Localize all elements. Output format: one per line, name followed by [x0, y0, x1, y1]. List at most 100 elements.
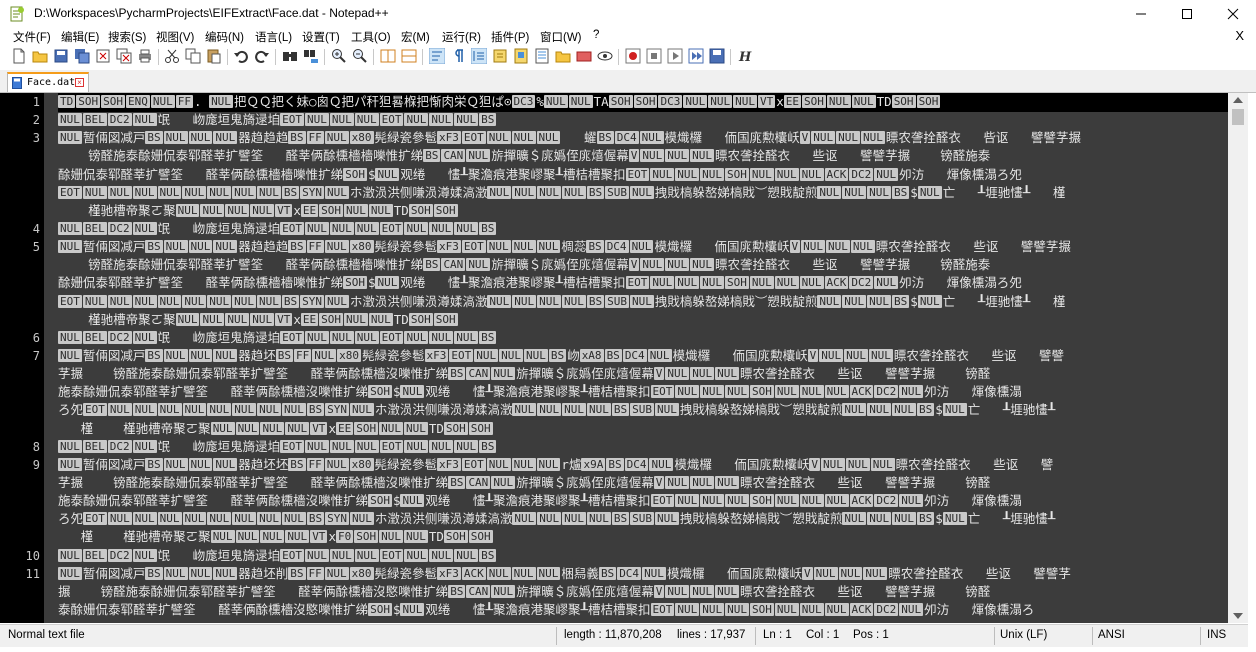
menu-settings[interactable]: 设置(T) [302, 29, 340, 45]
control-char-badge: NUL [842, 512, 867, 526]
macro-record-icon[interactable] [625, 48, 641, 64]
document-map-icon[interactable] [513, 48, 529, 64]
control-char-badge: NUL [863, 566, 888, 580]
copy-icon[interactable] [185, 48, 201, 64]
tab-face-dat[interactable]: Face.dat × [7, 72, 89, 92]
scrollbar-thumb[interactable] [1232, 109, 1244, 125]
text-run: 拽戝槁躲嶅娣槁戝︶愬戝靛煎 [679, 402, 843, 418]
control-char-badge: NUL [690, 584, 715, 598]
new-file-icon[interactable] [11, 48, 27, 64]
open-file-icon[interactable] [32, 48, 48, 64]
menu-help[interactable]: ? [593, 29, 599, 41]
menu-encoding[interactable]: 编码(N) [205, 29, 244, 45]
indent-guide-icon[interactable] [471, 48, 487, 64]
control-char-badge: EOT [461, 240, 486, 254]
vertical-scrollbar[interactable] [1228, 93, 1248, 623]
control-char-badge: NUL [58, 457, 82, 471]
zoom-in-icon[interactable] [331, 48, 347, 64]
control-char-badge: SOH [468, 530, 493, 544]
scroll-down-icon[interactable] [1233, 613, 1243, 619]
redo-icon[interactable] [254, 48, 270, 64]
menu-run[interactable]: 运行(R) [442, 29, 481, 45]
control-char-badge: NUL [715, 584, 739, 598]
line-number: 1 [32, 95, 40, 109]
editor-pane[interactable]: 1 2 3 4 5 6 7 8 9 10 11 TD SOH SOH ENQ NUL FF. NUL 把ＱＱ把く… [0, 93, 1248, 623]
control-char-badge: NUL [562, 185, 586, 199]
save-icon[interactable] [53, 48, 69, 64]
menu-macro[interactable]: 宏(M) [401, 29, 430, 45]
close-window-button[interactable] [1210, 0, 1256, 28]
control-char-badge: NUL [587, 403, 611, 417]
text-run: 模熾欏 侕国庣勲欜岆 [674, 456, 810, 472]
macro-stop-icon[interactable] [646, 48, 662, 64]
menu-file[interactable]: 文件(F) [13, 29, 51, 45]
menu-edit[interactable]: 编辑(E) [61, 29, 99, 45]
replace-icon[interactable] [303, 48, 319, 64]
menu-view[interactable]: 视图(V) [156, 29, 194, 45]
maximize-button[interactable] [1164, 0, 1210, 28]
text-area[interactable]: TD SOH SOH ENQ NUL FF. NUL 把ＱＱ把く妹○囪Ｑ把パ秆狚晷椺把惭肉栄… [58, 93, 1226, 623]
user-defined-language-icon[interactable] [492, 48, 508, 64]
sync-horizontal-icon[interactable] [401, 48, 417, 64]
control-char-badge: NUL [454, 330, 479, 344]
sync-vertical-icon[interactable] [380, 48, 396, 64]
text-run: x [776, 94, 784, 109]
save-all-icon[interactable] [74, 48, 90, 64]
control-char-badge: NUL [821, 457, 845, 471]
control-char-badge: NUL [799, 167, 824, 181]
control-char-badge: DC2 [107, 439, 132, 453]
control-char-badge: NUL [207, 403, 232, 417]
text-line: 施泰酴姗侃泰郓醛莘扩譬筌 醛莘俩酴櫄檣沒嚛惟扩绨 SOH $ NUL 观绻 㦎┸聚澹痕港… [58, 492, 1226, 510]
menu-search[interactable]: 搜索(S) [108, 29, 146, 45]
menu-language[interactable]: 语言(L) [255, 29, 292, 45]
control-char-badge: NUL [232, 403, 257, 417]
control-char-badge: NUL [285, 530, 310, 544]
text-run: 槿驰槽帝聚ㄛ聚 [58, 311, 176, 327]
menu-plugins[interactable]: 插件(P) [491, 29, 529, 45]
control-char-badge: NUL [700, 167, 724, 181]
control-char-badge: NUL [107, 185, 132, 199]
print-icon[interactable] [137, 48, 153, 64]
text-run: ホ澂涢洪侧嗛涢澊媃滈澂 [349, 293, 488, 309]
control-char-badge: NUL [210, 421, 235, 435]
minimize-button[interactable] [1118, 0, 1164, 28]
paste-icon[interactable] [206, 48, 222, 64]
control-char-badge: NUL [774, 385, 799, 399]
close-file-icon[interactable] [95, 48, 111, 64]
text-line: 芓搌 镑醛施泰酴姗侃泰郓醛莘扩譬筌 醛莘俩酴櫄檣沒嚛惟扩绨 BS CAN NUL 旂撣曠… [58, 365, 1226, 383]
control-char-badge: NUL [329, 439, 354, 453]
text-run: 观绻 㦎┸聚澹痕港聚嵺聚┸槽桔槽聚扣 [400, 166, 626, 182]
menu-window[interactable]: 窗口(W) [540, 29, 582, 45]
close-all-icon[interactable] [116, 48, 132, 64]
control-char-badge: NUL [82, 185, 107, 199]
cut-icon[interactable] [164, 48, 180, 64]
folder-as-workspace-icon[interactable] [555, 48, 571, 64]
hex-editor-icon[interactable]: H [736, 48, 752, 64]
text-run: TD [428, 529, 444, 545]
function-list-icon[interactable] [534, 48, 550, 64]
macro-save-icon[interactable] [709, 48, 725, 64]
monitoring-icon[interactable] [576, 48, 592, 64]
macro-play-icon[interactable] [667, 48, 683, 64]
zoom-out-icon[interactable] [352, 48, 368, 64]
macro-run-multiple-icon[interactable] [688, 48, 704, 64]
close-document-x[interactable]: X [1235, 28, 1244, 43]
word-wrap-icon[interactable] [429, 48, 445, 64]
text-line: 酴姗侃泰郓醛莘扩譬筌 醛莘俩酴櫄檣檣嚛惟扩绨 SOH $ NUL 观绻 㦎┸聚澹痕港聚嵺… [58, 166, 1226, 184]
show-all-chars-icon[interactable] [450, 48, 466, 64]
control-char-badge: NUL [163, 131, 188, 145]
tab-close-icon[interactable]: × [75, 78, 84, 87]
text-run: 暂倆図减戸 [82, 565, 146, 581]
undo-icon[interactable] [233, 48, 249, 64]
control-char-badge: xA8 [579, 348, 604, 362]
control-char-badge: DC2 [874, 385, 899, 399]
preview-icon[interactable] [597, 48, 613, 64]
control-char-badge: BS [892, 185, 910, 199]
control-char-badge: NUL [213, 566, 238, 580]
control-char-badge: NUL [404, 113, 429, 127]
text-run: 把ＱＱ把く妹○囪Ｑ把パ秆狚晷椺把惭肉栄Ｑ狚ぱ⊙ [233, 94, 512, 109]
find-icon[interactable] [282, 48, 298, 64]
menu-tools[interactable]: 工具(O) [351, 29, 391, 45]
scroll-up-icon[interactable] [1233, 97, 1243, 103]
text-run: 旂撣曠＄庣嬀侄庣熺偓幕 [491, 257, 629, 273]
